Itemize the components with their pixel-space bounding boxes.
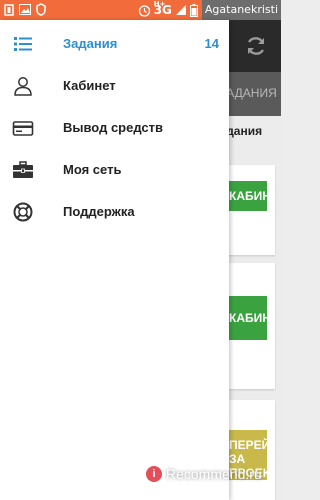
card-button[interactable]: КАБИНЕТ	[229, 181, 267, 211]
watermark-logo: i	[146, 466, 162, 482]
tab-bar: ЗАДАНИЯ	[229, 72, 281, 116]
status-system: H+ 3G Agatanekristi	[138, 0, 281, 20]
watermark-username: Agatanekristi	[201, 0, 281, 20]
background-app: ЗАДАНИЯ Задания КАБИНЕТ КАБИНЕТ ПЕРЕЙТИ …	[229, 20, 281, 500]
network-indicator: H+ 3G	[153, 0, 172, 17]
menu-item-label: Вывод средств	[63, 120, 164, 135]
menu-item-my-network[interactable]: Моя сеть	[0, 149, 229, 191]
section-heading: Задания	[229, 124, 263, 138]
status-bar: H+ 3G Agatanekristi	[0, 0, 281, 20]
watermark-text: Recommend.ru	[166, 466, 262, 482]
user-icon	[14, 77, 32, 96]
battery-icon	[189, 3, 198, 17]
list-icon	[14, 37, 32, 51]
shield-icon	[36, 3, 46, 16]
menu-item-withdrawal[interactable]: Вывод средств	[0, 107, 229, 149]
menu-item-label: Моя сеть	[63, 162, 122, 177]
briefcase-icon	[13, 161, 33, 178]
task-count-badge: 14	[204, 36, 219, 51]
card-button[interactable]: КАБИНЕТ	[229, 296, 267, 340]
task-card: КАБИНЕТ	[229, 165, 275, 255]
usb-icon	[4, 4, 14, 16]
menu-item-support[interactable]: Поддержка	[0, 191, 229, 233]
navigation-drawer: Задания 14 Кабинет Вывод средств Моя сет…	[0, 20, 229, 500]
menu-item-cabinet[interactable]: Кабинет	[0, 65, 229, 107]
menu-item-label: Кабинет	[63, 78, 116, 93]
menu-item-label: Задания	[63, 36, 118, 51]
refresh-icon[interactable]	[245, 35, 267, 57]
task-card: ПЕРЕЙТИ ЗА ПРОЕКТ	[229, 400, 275, 500]
status-notifications	[4, 3, 46, 16]
image-icon	[19, 4, 31, 15]
app-toolbar	[229, 20, 281, 72]
tab-tasks[interactable]: ЗАДАНИЯ	[229, 86, 277, 100]
menu-item-tasks[interactable]: Задания 14	[0, 23, 229, 65]
lifebuoy-icon	[13, 202, 33, 222]
task-card: КАБИНЕТ	[229, 263, 275, 389]
alarm-icon	[138, 4, 150, 17]
signal-icon	[175, 5, 186, 15]
site-watermark: i Recommend.ru	[146, 466, 262, 482]
menu-item-label: Поддержка	[63, 204, 135, 219]
credit-card-icon	[12, 121, 34, 136]
